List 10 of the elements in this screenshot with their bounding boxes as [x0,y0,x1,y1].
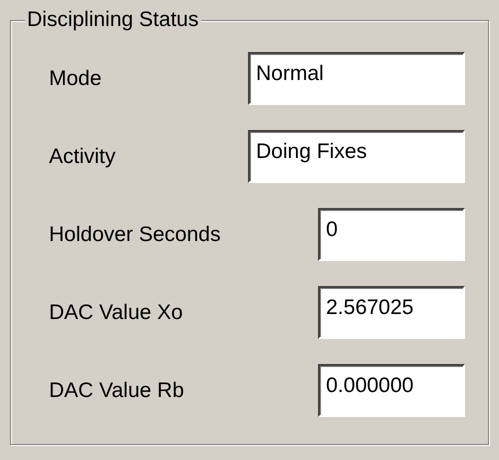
field-label: Mode [49,66,102,92]
text-field[interactable]: 2.567025 [318,286,465,339]
field-label: Activity [49,144,116,170]
text-field[interactable]: 0 [318,208,465,261]
field-label: Holdover Seconds [49,222,221,248]
text-field[interactable]: Doing Fixes [248,130,465,183]
field-label: DAC Value Rb [49,378,184,404]
field-label: DAC Value Xo [49,300,183,326]
text-field[interactable]: Normal [248,52,465,105]
text-field[interactable]: 0.000000 [318,364,465,417]
